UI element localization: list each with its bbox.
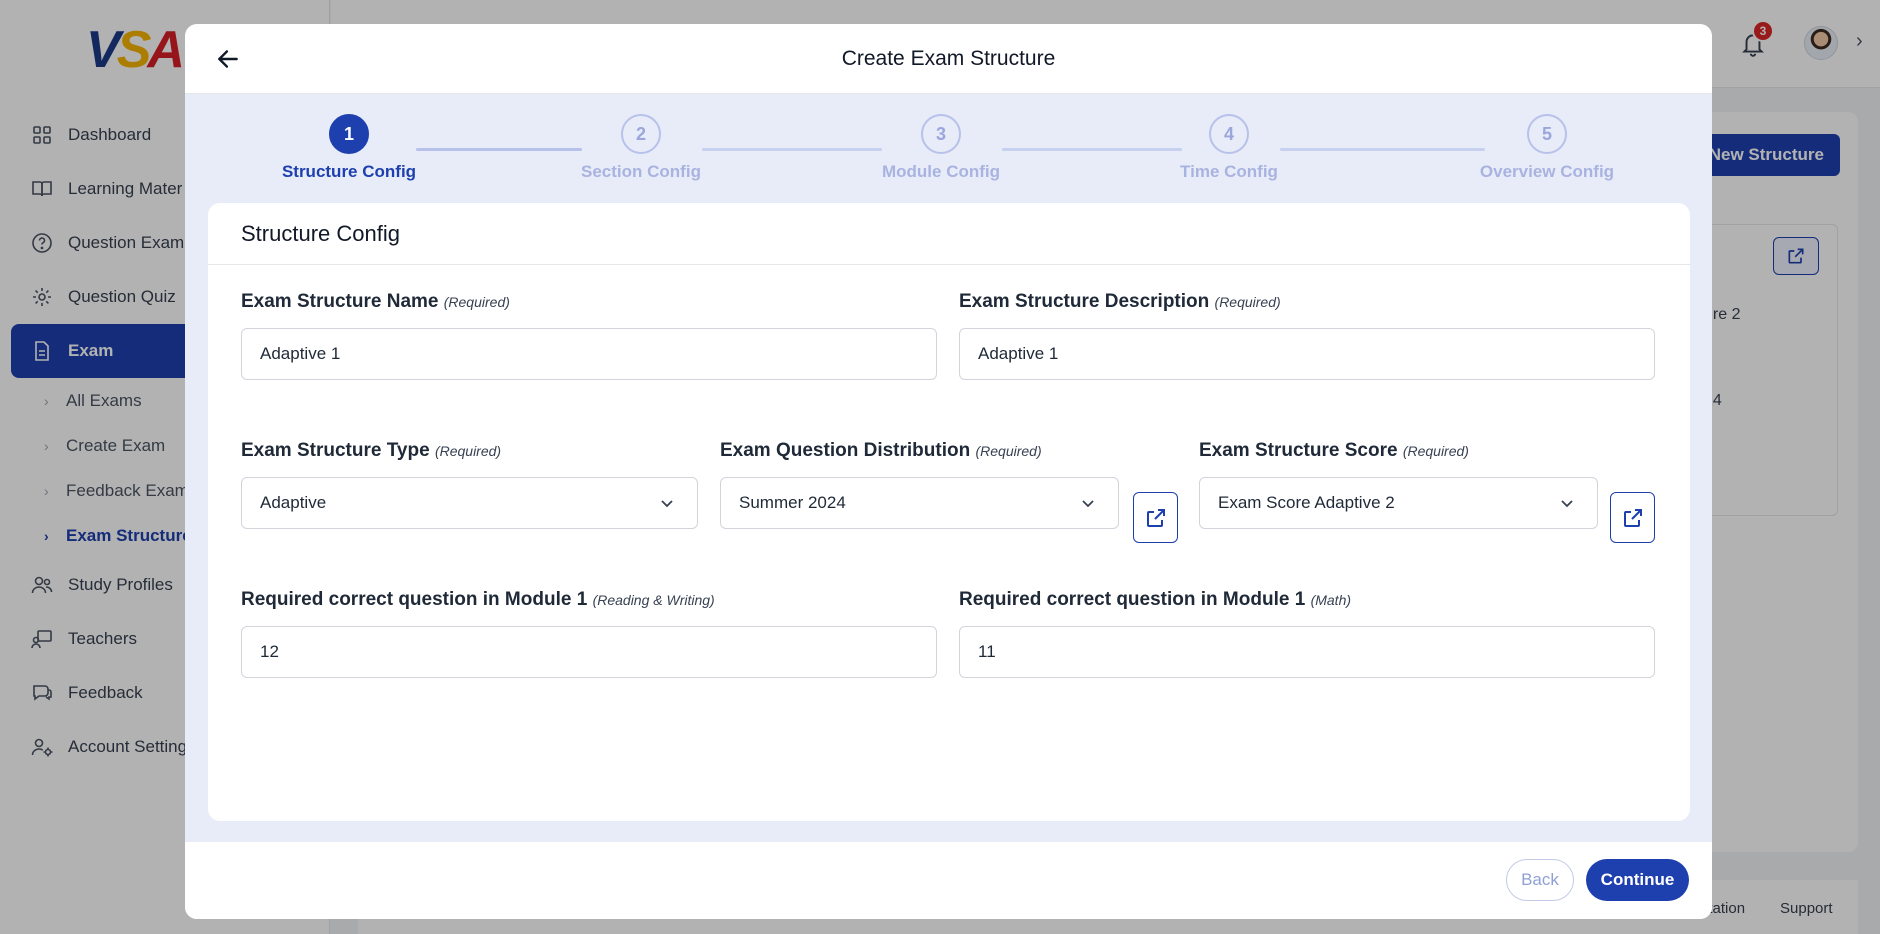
exam-structure-name-field: Exam Structure Name (Required) Adaptive …	[241, 291, 937, 380]
create-exam-structure-modal: Create Exam Structure 1 Structure Config…	[185, 24, 1712, 919]
modal-header: Create Exam Structure	[185, 24, 1712, 94]
arrow-left-icon[interactable]	[215, 46, 241, 72]
field-hint: (Required)	[443, 294, 510, 310]
exam-structure-description-input[interactable]: Adaptive 1	[959, 328, 1655, 380]
module1-math-input[interactable]: 11	[959, 626, 1655, 678]
field-hint: (Required)	[1214, 294, 1281, 310]
exam-structure-score-select[interactable]: Exam Score Adaptive 2	[1199, 477, 1598, 529]
select-value: Exam Score Adaptive 2	[1218, 493, 1395, 512]
external-link-icon	[1146, 508, 1165, 527]
stepper: 1 Structure Config 2 Section Config 3 Mo…	[185, 94, 1712, 204]
exam-question-distribution-select[interactable]: Summer 2024	[720, 477, 1119, 529]
step-label: Section Config	[581, 162, 701, 181]
select-value: Summer 2024	[739, 493, 846, 512]
open-score-button[interactable]	[1610, 492, 1655, 543]
exam-structure-type-select[interactable]: Adaptive	[241, 477, 698, 529]
modal-footer	[185, 842, 1712, 919]
external-link-icon	[1623, 508, 1642, 527]
select-value: Adaptive	[260, 493, 327, 512]
module1-reading-writing-input[interactable]: 12	[241, 626, 937, 678]
chevron-down-icon	[1561, 500, 1573, 508]
stepper-area: 1 Structure Config 2 Section Config 3 Mo…	[185, 94, 1712, 866]
field-label: Exam Structure Name	[241, 291, 439, 312]
step-section-config[interactable]: 2 Section Config	[541, 114, 741, 182]
field-label: Exam Question Distribution	[720, 440, 971, 461]
field-hint: (Required)	[434, 443, 502, 459]
step-label: Time Config	[1180, 162, 1278, 181]
card-title: Structure Config	[208, 203, 1690, 265]
step-overview-config[interactable]: 5 Overview Config	[1447, 114, 1647, 182]
exam-question-distribution-field: Exam Question Distribution (Required) Su…	[720, 440, 1119, 529]
step-number: 1	[329, 114, 369, 154]
module1-math-field: Required correct question in Module 1 (M…	[959, 589, 1655, 678]
step-number: 2	[621, 114, 661, 154]
step-structure-config[interactable]: 1 Structure Config	[249, 114, 449, 182]
exam-structure-type-field: Exam Structure Type (Required) Adaptive	[241, 440, 698, 529]
field-label: Required correct question in Module 1	[959, 589, 1306, 610]
field-label: Required correct question in Module 1	[241, 589, 588, 610]
field-label: Exam Structure Description	[959, 291, 1210, 312]
exam-structure-score-field: Exam Structure Score (Required) Exam Sco…	[1199, 440, 1598, 529]
exam-structure-description-field: Exam Structure Description (Required) Ad…	[959, 291, 1655, 380]
step-number: 3	[921, 114, 961, 154]
modal-title: Create Exam Structure	[841, 46, 1056, 70]
step-label: Module Config	[881, 162, 1001, 181]
field-hint: (Reading & Writing)	[592, 592, 715, 608]
step-number: 4	[1209, 114, 1249, 154]
step-time-config[interactable]: 4 Time Config	[1129, 114, 1329, 182]
structure-config-card: Structure Config Exam Structure Name (Re…	[208, 203, 1690, 821]
exam-structure-name-input[interactable]: Adaptive 1	[241, 328, 937, 380]
step-label: Structure Config	[281, 162, 417, 181]
chevron-down-icon	[1082, 500, 1094, 508]
field-label: Exam Structure Score	[1199, 440, 1398, 461]
field-hint: (Math)	[1310, 592, 1352, 608]
continue-button[interactable]: Continue	[1586, 859, 1689, 901]
chevron-down-icon	[661, 500, 673, 508]
field-hint: (Required)	[975, 443, 1042, 459]
step-number: 5	[1527, 114, 1567, 154]
field-label: Exam Structure Type	[241, 440, 430, 461]
back-button[interactable]: Back	[1506, 859, 1574, 901]
field-hint: (Required)	[1402, 443, 1469, 459]
open-distribution-button[interactable]	[1133, 492, 1178, 543]
module1-reading-writing-field: Required correct question in Module 1 (R…	[241, 589, 937, 678]
step-module-config[interactable]: 3 Module Config	[841, 114, 1041, 182]
step-label: Overview Config	[1479, 162, 1615, 181]
